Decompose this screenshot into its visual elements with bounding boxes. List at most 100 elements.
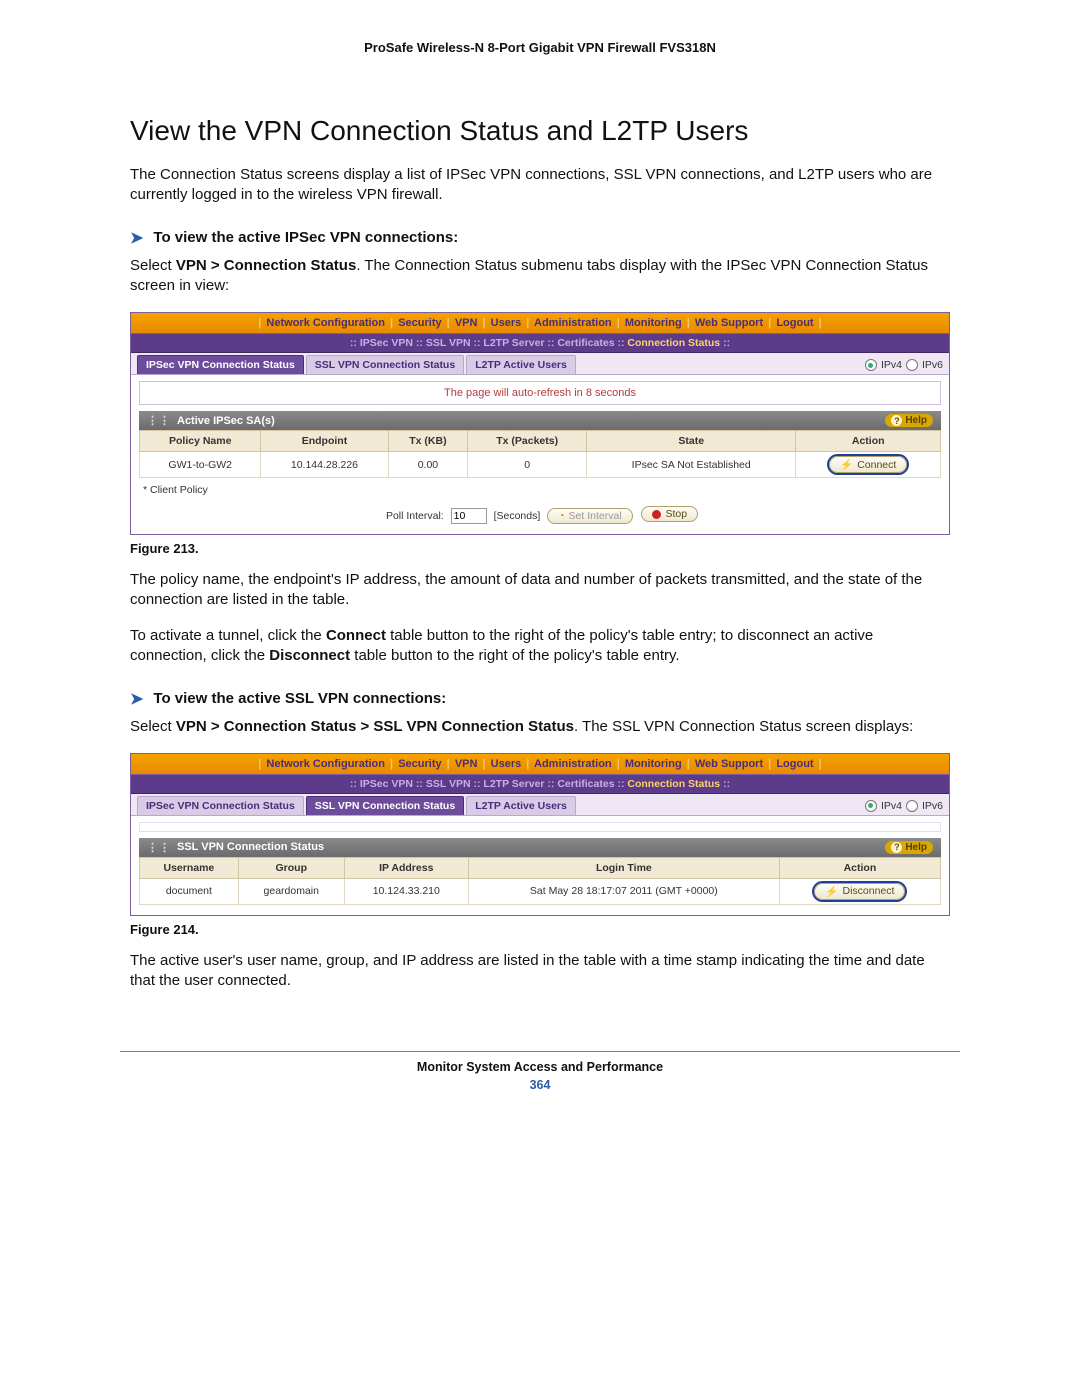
nav-item[interactable]: VPN: [455, 758, 478, 770]
radio-ipv4[interactable]: [865, 800, 877, 812]
radio-ipv6[interactable]: [906, 800, 918, 812]
ipsec-desc-2: To activate a tunnel, click the Connect …: [130, 626, 950, 667]
nav-item[interactable]: Web Support: [695, 758, 763, 770]
panel-header-ssl: ⋮⋮ SSL VPN Connection Status ? Help: [139, 838, 941, 857]
nav-item[interactable]: VPN: [455, 317, 478, 329]
nav-item[interactable]: Administration: [534, 317, 612, 329]
col-username: Username: [140, 857, 239, 878]
cell-txkb: 0.00: [388, 452, 468, 478]
nav-item[interactable]: Network Configuration: [266, 317, 385, 329]
client-policy-note: * Client Policy: [143, 484, 941, 496]
subnav-item-active[interactable]: Connection Status: [627, 778, 720, 790]
tab-ssl[interactable]: SSL VPN Connection Status: [306, 355, 464, 374]
col-group: Group: [238, 857, 344, 878]
nav-item[interactable]: Users: [491, 758, 522, 770]
col-action: Action: [779, 857, 940, 878]
bolt-icon: ⚡: [825, 885, 838, 898]
nav-item[interactable]: Monitoring: [625, 758, 682, 770]
doc-footer: Monitor System Access and Performance 36…: [130, 1060, 950, 1092]
cell-state: IPsec SA Not Established: [587, 452, 796, 478]
disconnect-button[interactable]: ⚡ Disconnect: [814, 883, 905, 900]
screenshot-ssl: | Network Configuration | Security | VPN…: [130, 753, 950, 916]
ipv4-label: IPv4: [881, 800, 902, 812]
nav-item[interactable]: Administration: [534, 758, 612, 770]
radio-ipv4[interactable]: [865, 359, 877, 371]
set-interval-button[interactable]: ◔ Set Interval: [547, 508, 632, 524]
footer-title: Monitor System Access and Performance: [130, 1060, 950, 1074]
heading-ipsec-text: To view the active IPSec VPN connections…: [153, 229, 458, 246]
cell-login: Sat May 28 18:17:07 2011 (GMT +0000): [468, 878, 779, 904]
dots-icon: ⋮⋮: [147, 841, 171, 854]
subnav-item[interactable]: Certificates: [557, 337, 614, 349]
subnav-item[interactable]: IPSec VPN: [360, 778, 413, 790]
disconnect-label: Disconnect: [842, 885, 894, 897]
nav-item[interactable]: Logout: [776, 317, 813, 329]
stop-label: Stop: [665, 508, 687, 520]
ssl-status-table: Username Group IP Address Login Time Act…: [139, 857, 941, 905]
subnav-item[interactable]: L2TP Server: [483, 778, 544, 790]
screenshot-ipsec: | Network Configuration | Security | VPN…: [130, 312, 950, 535]
intro-paragraph: The Connection Status screens display a …: [130, 165, 950, 206]
connect-label: Connect: [857, 459, 896, 471]
help-button[interactable]: ? Help: [885, 414, 933, 427]
radio-ipv6[interactable]: [906, 359, 918, 371]
cell-username: document: [140, 878, 239, 904]
subnav: :: IPSec VPN :: SSL VPN :: L2TP Server :…: [131, 775, 949, 794]
heading-ssl-text: To view the active SSL VPN connections:: [153, 690, 446, 707]
subnav-item[interactable]: SSL VPN: [426, 337, 471, 349]
clock-icon: ◔: [558, 510, 564, 522]
stop-icon: [652, 510, 661, 519]
help-label: Help: [905, 415, 927, 426]
ipsec-desc-1: The policy name, the endpoint's IP addre…: [130, 570, 950, 611]
help-icon: ?: [891, 415, 902, 426]
cell-ip: 10.124.33.210: [344, 878, 468, 904]
ipv6-label: IPv6: [922, 359, 943, 371]
help-label: Help: [905, 842, 927, 853]
nav-item[interactable]: Users: [491, 317, 522, 329]
subnav-item[interactable]: L2TP Server: [483, 337, 544, 349]
table-row: document geardomain 10.124.33.210 Sat Ma…: [140, 878, 941, 904]
subnav-item-active[interactable]: Connection Status: [627, 337, 720, 349]
col-action: Action: [796, 431, 941, 452]
subnav-item[interactable]: Certificates: [557, 778, 614, 790]
stop-button[interactable]: Stop: [641, 506, 698, 522]
doc-header: ProSafe Wireless-N 8-Port Gigabit VPN Fi…: [130, 40, 950, 55]
help-button[interactable]: ? Help: [885, 841, 933, 854]
heading-ssl: ➤ To view the active SSL VPN connections…: [130, 689, 950, 709]
tab-ipsec[interactable]: IPSec VPN Connection Status: [137, 796, 304, 815]
subnav: :: IPSec VPN :: SSL VPN :: L2TP Server :…: [131, 334, 949, 353]
nav-item[interactable]: Web Support: [695, 317, 763, 329]
dots-icon: ⋮⋮: [147, 414, 171, 427]
arrow-icon: ➤: [130, 228, 143, 248]
topnav: | Network Configuration | Security | VPN…: [131, 754, 949, 775]
ssl-desc: The active user's user name, group, and …: [130, 951, 950, 992]
poll-interval-input[interactable]: [451, 508, 487, 524]
cell-endpoint: 10.144.28.226: [261, 452, 388, 478]
nav-item[interactable]: Logout: [776, 758, 813, 770]
subnav-item[interactable]: SSL VPN: [426, 778, 471, 790]
set-interval-label: Set Interval: [569, 510, 622, 522]
tab-ssl[interactable]: SSL VPN Connection Status: [306, 796, 464, 815]
panel-title: SSL VPN Connection Status: [177, 841, 324, 853]
subnav-item[interactable]: IPSec VPN: [360, 337, 413, 349]
auto-refresh-banner: The page will auto-refresh in 8 seconds: [139, 381, 941, 405]
bolt-icon: ⚡: [840, 458, 853, 471]
nav-item[interactable]: Security: [398, 758, 441, 770]
tab-l2tp[interactable]: L2TP Active Users: [466, 796, 576, 815]
connect-button[interactable]: ⚡ Connect: [829, 456, 907, 473]
ssl-select-before: Select: [130, 718, 176, 735]
nav-item[interactable]: Security: [398, 317, 441, 329]
section-title: View the VPN Connection Status and L2TP …: [130, 115, 950, 147]
ipsec-sa-table: Policy Name Endpoint Tx (KB) Tx (Packets…: [139, 430, 941, 478]
cell-group: geardomain: [238, 878, 344, 904]
nav-item[interactable]: Monitoring: [625, 317, 682, 329]
col-login: Login Time: [468, 857, 779, 878]
ip-toggle: IPv4 IPv6: [865, 800, 943, 815]
tab-l2tp[interactable]: L2TP Active Users: [466, 355, 576, 374]
nav-item[interactable]: Network Configuration: [266, 758, 385, 770]
poll-label: Poll Interval:: [386, 510, 444, 522]
figure-214-caption: Figure 214.: [130, 922, 950, 937]
tab-ipsec[interactable]: IPSec VPN Connection Status: [137, 355, 304, 374]
col-policy: Policy Name: [140, 431, 261, 452]
ssl-select-after: . The SSL VPN Connection Status screen d…: [574, 718, 913, 735]
